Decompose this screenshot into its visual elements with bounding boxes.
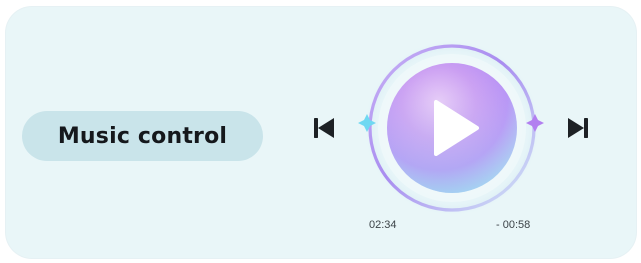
album-disc — [358, 40, 544, 216]
elapsed-time: 02:34 — [369, 219, 397, 231]
skip-previous-icon — [314, 118, 334, 138]
skip-next-icon — [568, 118, 588, 138]
remaining-time: - 00:58 — [496, 219, 531, 231]
widget-label: Music control — [22, 111, 263, 161]
previous-track-button[interactable] — [310, 114, 338, 142]
widget-label-text: Music control — [57, 123, 228, 149]
next-track-button[interactable] — [564, 114, 592, 142]
